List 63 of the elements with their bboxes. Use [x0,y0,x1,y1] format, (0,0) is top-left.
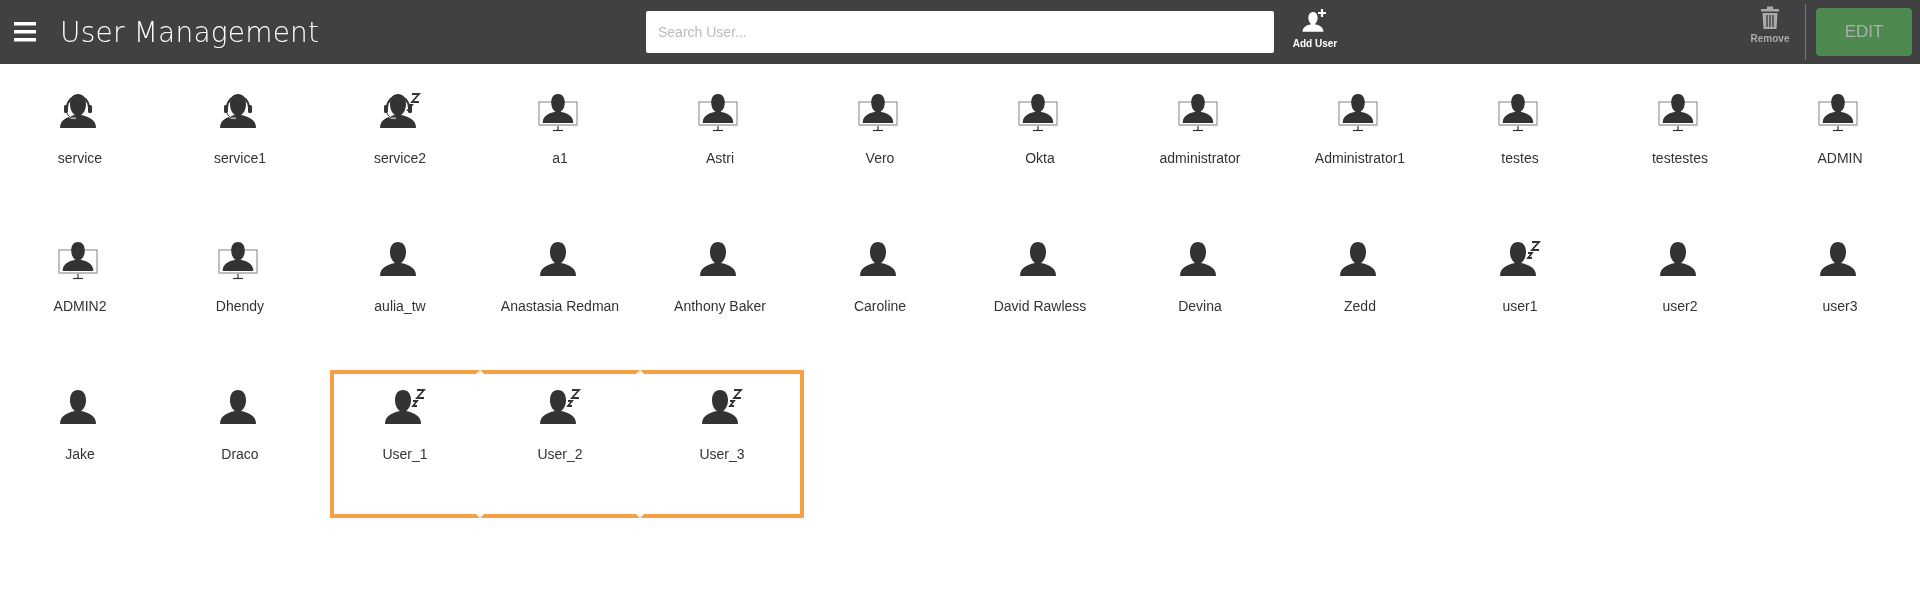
user-name[interactable]: testestes [1652,150,1708,166]
user-name[interactable]: Anthony Baker [674,298,766,314]
user-tile[interactable]: User_3 [640,370,804,518]
user-name[interactable]: User_1 [382,446,428,462]
user-tile[interactable]: User_2 [480,370,640,518]
user-name[interactable]: User_2 [537,446,583,462]
user-name[interactable]: ADMIN2 [53,298,107,314]
user-tile[interactable]: service2 [320,74,480,222]
user-name[interactable]: aulia_tw [374,298,426,314]
user-name[interactable]: Dhendy [215,298,265,314]
user-tile[interactable]: Anastasia Redman [480,222,640,370]
user-tile[interactable]: Anthony Baker [640,222,800,370]
user-name[interactable]: David Rawless [993,298,1087,314]
user-tile[interactable]: Dhendy [160,222,320,370]
user-tile[interactable]: Devina [1120,222,1280,370]
user-tile[interactable]: aulia_tw [320,222,480,370]
user-tile[interactable]: a1 [480,74,640,222]
user-tile[interactable]: service [0,74,160,222]
user-name[interactable]: ADMIN [1817,150,1863,166]
user-tile[interactable]: testestes [1600,74,1760,222]
user-tile[interactable]: User_1 [330,370,480,518]
user-tile[interactable]: Vero [800,74,960,222]
user-tile[interactable]: testes [1440,74,1600,222]
user-tile[interactable]: Jake [0,370,160,518]
page-title: User Management [60,15,320,49]
user-name[interactable]: user3 [1822,298,1858,314]
user-tile[interactable]: Caroline [800,222,960,370]
user-tile[interactable]: Draco [160,370,320,518]
trash-icon [1760,6,1780,30]
user-name[interactable]: service [57,150,103,166]
user-tile[interactable]: Astri [640,74,800,222]
user-name[interactable]: testes [1501,150,1539,166]
user-name[interactable]: a1 [552,150,568,166]
search-field[interactable]: Search User... [646,11,1274,53]
user-name[interactable]: Astri [706,150,734,166]
user-name[interactable]: User_3 [699,446,745,462]
user-name[interactable]: Caroline [853,298,907,314]
user-name[interactable]: Zedd [1344,298,1376,314]
user-tile[interactable]: Zedd [1280,222,1440,370]
user-tile[interactable]: user1 [1440,222,1600,370]
user-tile[interactable]: user3 [1760,222,1920,370]
user-name[interactable]: Anastasia Redman [500,298,620,314]
user-tile[interactable]: David Rawless [960,222,1120,370]
user-tile[interactable]: ADMIN [1760,74,1920,222]
user-tile[interactable]: Administrator1 [1280,74,1440,222]
user-name[interactable]: Vero [865,150,895,166]
user-name[interactable]: user2 [1662,298,1698,314]
user-name[interactable]: administrator [1159,150,1241,166]
user-name[interactable]: Devina [1178,298,1222,314]
user-name[interactable]: Administrator1 [1314,150,1406,166]
user-name[interactable]: service2 [373,150,427,166]
add-user-button[interactable]: Add User [1284,8,1346,49]
user-tile[interactable]: Okta [960,74,1120,222]
user-tile[interactable]: administrator [1120,74,1280,222]
user-tile[interactable]: user2 [1600,222,1760,370]
user-tile[interactable]: service1 [160,74,320,222]
user-name[interactable]: Draco [221,446,259,462]
menu-icon[interactable] [14,21,38,43]
user-name[interactable]: service1 [213,150,267,166]
user-name[interactable]: Okta [1025,150,1055,166]
user-name[interactable]: Jake [65,446,95,462]
user-tile[interactable]: ADMIN2 [0,222,160,370]
user-name[interactable]: user1 [1502,298,1538,314]
